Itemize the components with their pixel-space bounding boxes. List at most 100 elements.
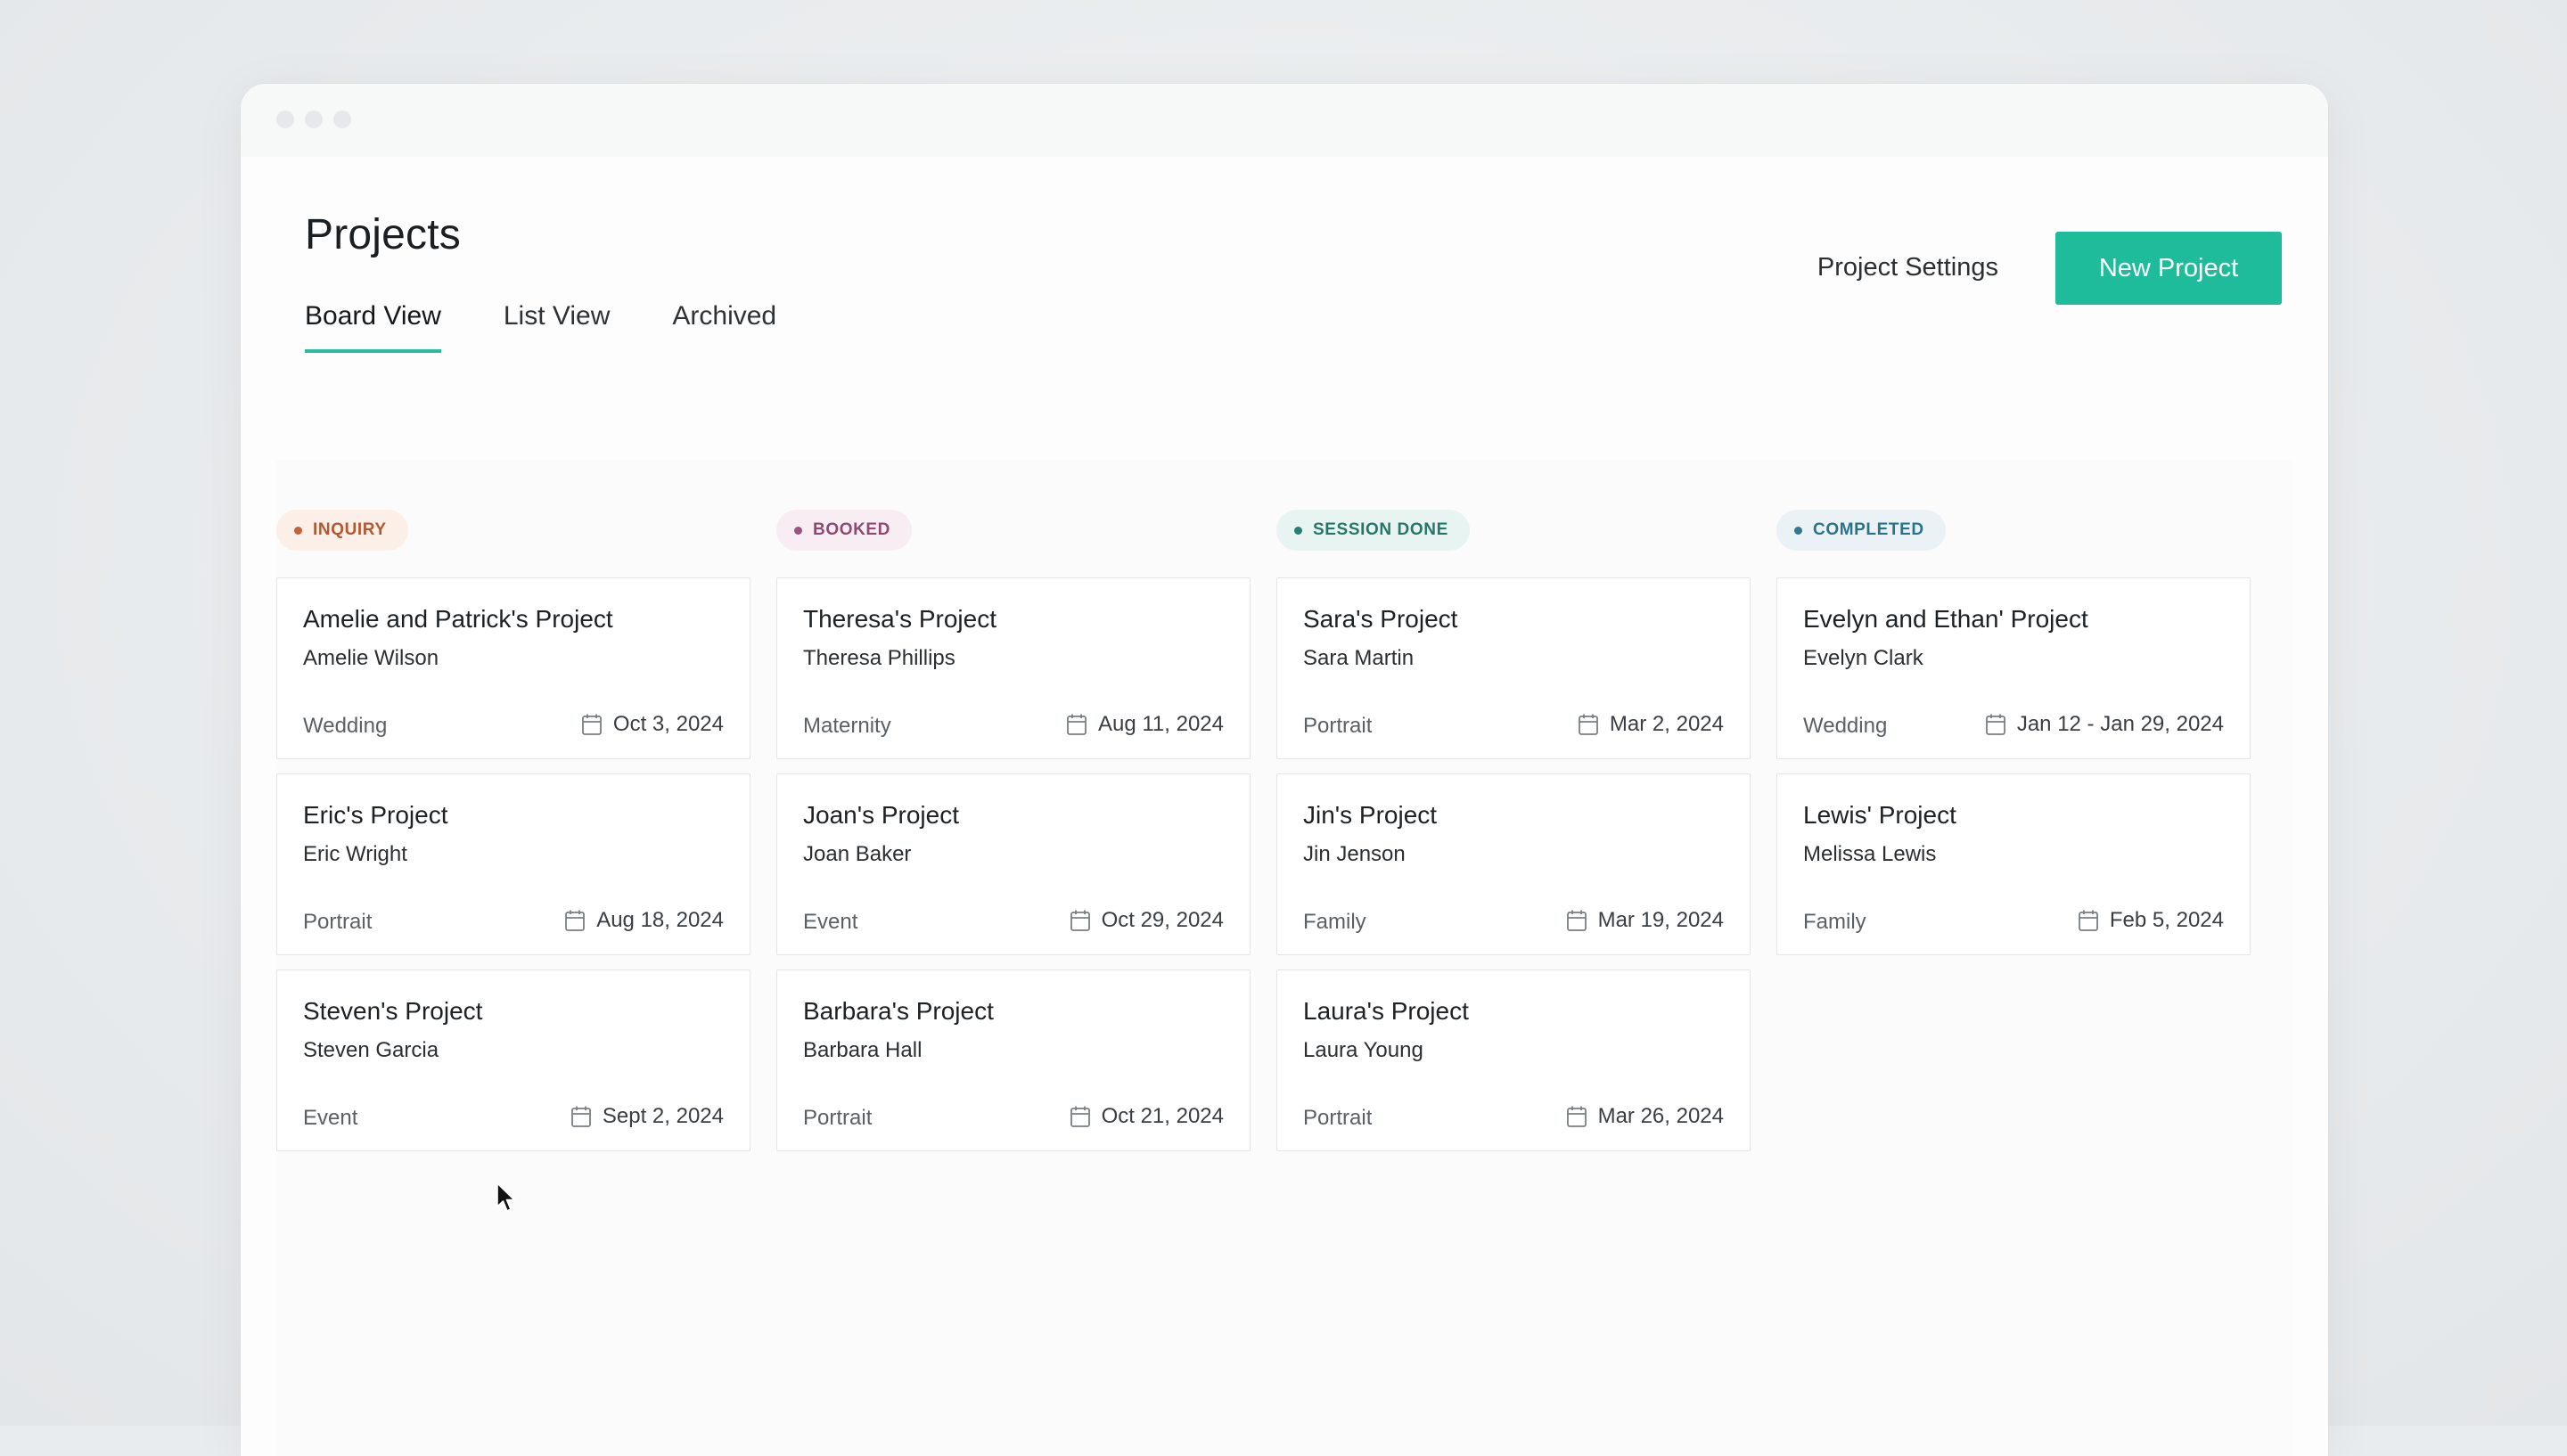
tab-board-view[interactable]: Board View [305,301,441,353]
calendar-icon [1985,713,2006,736]
kanban-board: INQUIRY Amelie and Patrick's Project Ame… [276,460,2292,1456]
status-dot-icon [294,527,302,535]
project-type: Event [803,910,857,935]
calendar-icon [1566,909,1587,932]
client-name: Evelyn Clark [1803,646,1923,671]
column-session-done: SESSION DONE Sara's Project Sara Martin … [1276,510,1752,1151]
status-badge-session-done: SESSION DONE [1276,510,1470,551]
date-text: Jan 12 - Jan 29, 2024 [2017,712,2224,737]
view-tabs: Board View List View Archived [305,301,776,353]
calendar-icon [1070,1105,1091,1128]
calendar-icon [1070,909,1091,932]
page-title: Projects [305,210,461,259]
date-text: Feb 5, 2024 [2110,908,2224,933]
project-type: Wedding [303,714,387,739]
status-badge-completed: COMPLETED [1776,510,1946,551]
project-card[interactable]: Laura's Project Laura Young Portrait Mar… [1276,969,1751,1151]
date-text: Oct 21, 2024 [1102,1104,1224,1129]
card-list: Amelie and Patrick's Project Amelie Wils… [276,577,752,1151]
project-card[interactable]: Steven's Project Steven Garcia Event Sep… [276,969,750,1151]
date-text: Mar 19, 2024 [1598,908,1724,933]
project-type: Family [1803,910,1866,935]
project-title: Eric's Project [303,801,448,830]
project-date: Aug 11, 2024 [1066,712,1224,737]
status-dot-icon [794,527,802,535]
project-date: Sept 2, 2024 [570,1104,724,1129]
project-date: Oct 29, 2024 [1070,908,1224,933]
client-name: Joan Baker [803,842,911,867]
status-badge-booked: BOOKED [776,510,912,551]
minimize-window-dot[interactable] [305,110,323,128]
project-title: Jin's Project [1303,801,1437,830]
project-card[interactable]: Sara's Project Sara Martin Portrait Mar … [1276,577,1751,759]
project-date: Mar 19, 2024 [1566,908,1724,933]
project-card[interactable]: Theresa's Project Theresa Phillips Mater… [776,577,1251,759]
window-titlebar [241,84,2328,157]
project-type: Portrait [1303,714,1372,739]
project-type: Portrait [803,1106,872,1131]
project-date: Jan 12 - Jan 29, 2024 [1985,712,2224,737]
project-type: Event [303,1106,357,1131]
project-title: Barbara's Project [803,997,994,1026]
client-name: Eric Wright [303,842,407,867]
card-list: Sara's Project Sara Martin Portrait Mar … [1276,577,1752,1151]
status-label: SESSION DONE [1313,520,1448,540]
status-label: BOOKED [813,520,890,540]
project-date: Oct 21, 2024 [1070,1104,1224,1129]
project-title: Joan's Project [803,801,959,830]
project-settings-link[interactable]: Project Settings [1817,253,1998,282]
project-type: Wedding [1803,714,1887,739]
project-date: Mar 26, 2024 [1566,1104,1724,1129]
calendar-icon [1578,713,1599,736]
app-window: Projects Board View List View Archived P… [241,84,2328,1456]
tab-archived[interactable]: Archived [672,301,776,353]
calendar-icon [1066,713,1087,736]
project-title: Amelie and Patrick's Project [303,605,613,634]
project-type: Portrait [303,910,372,935]
project-title: Theresa's Project [803,605,996,634]
column-booked: BOOKED Theresa's Project Theresa Phillip… [776,510,1252,1151]
close-window-dot[interactable] [276,110,294,128]
calendar-icon [1566,1105,1587,1128]
date-text: Sept 2, 2024 [603,1104,724,1129]
project-date: Aug 18, 2024 [564,908,724,933]
project-card[interactable]: Lewis' Project Melissa Lewis Family Feb … [1776,773,2251,955]
project-card[interactable]: Evelyn and Ethan' Project Evelyn Clark W… [1776,577,2251,759]
window-controls [276,110,351,128]
status-dot-icon [1794,527,1802,535]
date-text: Oct 3, 2024 [613,712,724,737]
calendar-icon [2078,909,2099,932]
project-card[interactable]: Jin's Project Jin Jenson Family Mar 19, … [1276,773,1751,955]
project-type: Maternity [803,714,891,739]
project-title: Lewis' Project [1803,801,1956,830]
card-list: Theresa's Project Theresa Phillips Mater… [776,577,1252,1151]
client-name: Jin Jenson [1303,842,1406,867]
calendar-icon [564,909,586,932]
date-text: Mar 2, 2024 [1610,712,1724,737]
project-card[interactable]: Amelie and Patrick's Project Amelie Wils… [276,577,750,759]
tab-list-view[interactable]: List View [504,301,611,353]
project-title: Steven's Project [303,997,482,1026]
calendar-icon [581,713,603,736]
client-name: Laura Young [1303,1038,1423,1063]
maximize-window-dot[interactable] [333,110,351,128]
card-list: Evelyn and Ethan' Project Evelyn Clark W… [1776,577,2252,955]
client-name: Amelie Wilson [303,646,439,671]
project-card[interactable]: Joan's Project Joan Baker Event Oct 29, … [776,773,1251,955]
project-card[interactable]: Eric's Project Eric Wright Portrait Aug … [276,773,750,955]
project-card[interactable]: Barbara's Project Barbara Hall Portrait … [776,969,1251,1151]
project-date: Oct 3, 2024 [581,712,724,737]
client-name: Sara Martin [1303,646,1414,671]
status-label: INQUIRY [313,520,387,540]
project-title: Laura's Project [1303,997,1469,1026]
column-inquiry: INQUIRY Amelie and Patrick's Project Ame… [276,510,752,1151]
status-dot-icon [1294,527,1302,535]
date-text: Aug 11, 2024 [1098,712,1224,737]
column-completed: COMPLETED Evelyn and Ethan' Project Evel… [1776,510,2252,955]
mouse-pointer-icon [496,1182,517,1214]
client-name: Steven Garcia [303,1038,439,1063]
new-project-button[interactable]: New Project [2055,232,2282,305]
status-label: COMPLETED [1813,520,1924,540]
date-text: Aug 18, 2024 [596,908,724,933]
project-type: Family [1303,910,1366,935]
